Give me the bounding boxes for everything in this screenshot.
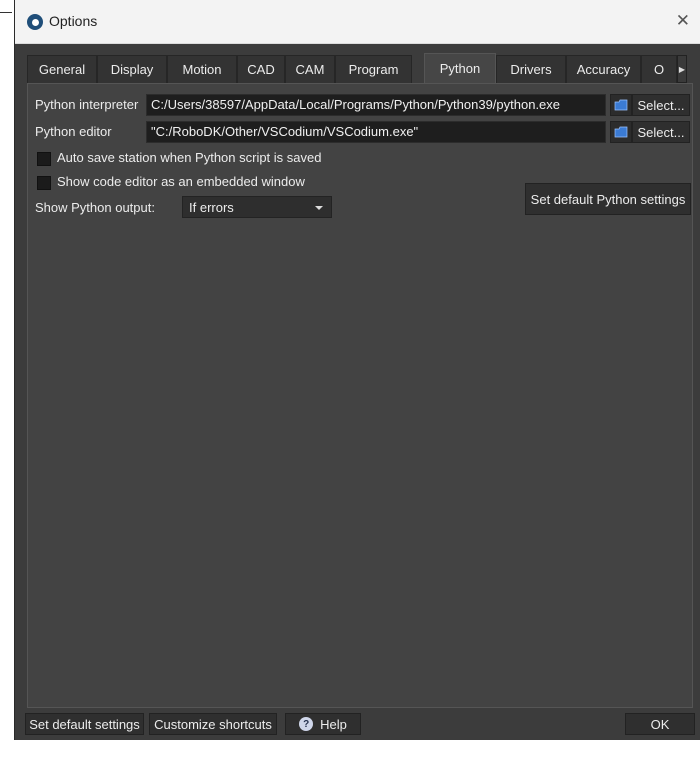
help-button-label: Help <box>320 716 347 732</box>
chevron-down-icon <box>315 206 323 210</box>
tab-general[interactable]: General <box>27 55 97 83</box>
python-interpreter-field[interactable]: C:/Users/38597/AppData/Local/Programs/Py… <box>146 94 606 116</box>
tab-accuracy[interactable]: Accuracy <box>566 55 641 83</box>
ok-button[interactable]: OK <box>625 713 695 735</box>
python-interpreter-label: Python interpreter <box>35 97 139 112</box>
python-output-label: Show Python output: <box>35 200 155 215</box>
python-output-select[interactable]: If errors <box>182 196 332 218</box>
help-icon: ? <box>299 717 314 731</box>
tab-bar: General Display Motion CAD CAM Program P… <box>27 53 687 83</box>
left-background-strip <box>0 0 14 758</box>
tab-overflow[interactable]: O <box>641 55 677 83</box>
tab-program[interactable]: Program <box>335 55 412 83</box>
interpreter-folder-icon[interactable] <box>610 94 632 116</box>
robodk-app-icon <box>27 14 43 30</box>
editor-folder-icon[interactable] <box>610 121 632 143</box>
tab-cad[interactable]: CAD <box>237 55 285 83</box>
set-default-settings-button[interactable]: Set default settings <box>25 713 144 735</box>
interpreter-select-button[interactable]: Select... <box>632 94 690 116</box>
window-title: Options <box>49 13 98 29</box>
tab-display[interactable]: Display <box>97 55 167 83</box>
help-button[interactable]: ? Help <box>285 713 361 735</box>
editor-select-button[interactable]: Select... <box>632 121 690 143</box>
autosave-checkbox[interactable] <box>37 152 51 166</box>
customize-shortcuts-button[interactable]: Customize shortcuts <box>149 713 277 735</box>
corner-marker <box>0 0 12 13</box>
python-output-value: If errors <box>189 200 234 215</box>
tab-drivers[interactable]: Drivers <box>496 55 566 83</box>
autosave-label: Auto save station when Python script is … <box>57 150 322 165</box>
tab-cam[interactable]: CAM <box>285 55 335 83</box>
python-editor-label: Python editor <box>35 124 112 139</box>
python-editor-field[interactable]: "C:/RoboDK/Other/VSCodium/VSCodium.exe" <box>146 121 606 143</box>
bottom-button-bar: Set default settings Customize shortcuts… <box>15 708 700 740</box>
python-settings-panel: Python interpreter C:/Users/38597/AppDat… <box>27 83 693 708</box>
tab-python[interactable]: Python <box>424 53 496 83</box>
embedded-editor-label: Show code editor as an embedded window <box>57 174 305 189</box>
tab-motion[interactable]: Motion <box>167 55 237 83</box>
tab-scroll-right-icon[interactable]: ▶ <box>677 55 687 83</box>
options-dialog: Options ✕ General Display Motion CAD CAM… <box>14 0 700 740</box>
set-default-python-settings-button[interactable]: Set default Python settings <box>525 183 691 215</box>
close-icon[interactable]: ✕ <box>676 11 690 31</box>
embedded-editor-checkbox[interactable] <box>37 176 51 190</box>
title-bar: Options ✕ <box>15 0 700 44</box>
